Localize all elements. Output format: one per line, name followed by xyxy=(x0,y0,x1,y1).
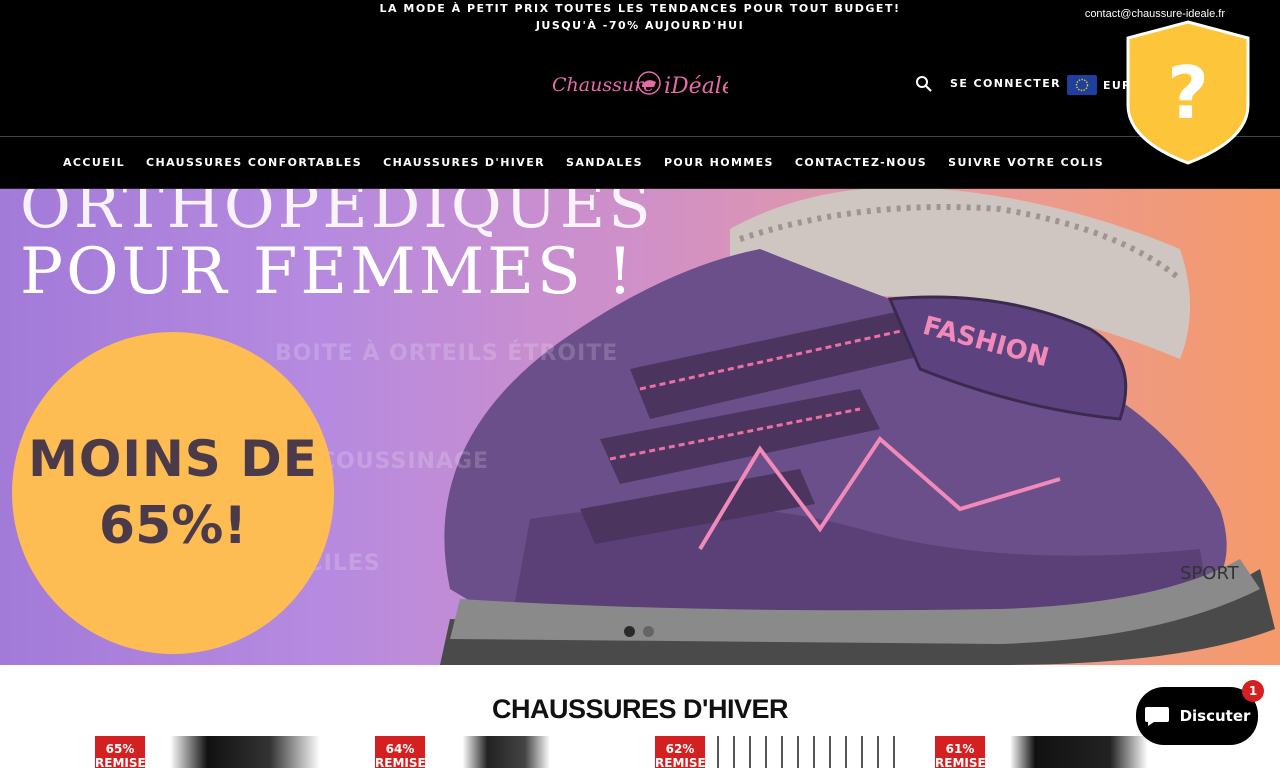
product-card[interactable]: 65% REMISE xyxy=(95,736,345,768)
hero-ghost-line-1: BOITE À ORTEILS ÉTROITE xyxy=(275,341,619,366)
slider-dots xyxy=(624,626,654,637)
badge-line-2: 65%! xyxy=(98,496,248,556)
product-card[interactable]: 61% REMISE xyxy=(935,736,1185,768)
discount-tag: 65% REMISE xyxy=(95,736,146,768)
discount-tag: 64% REMISE xyxy=(375,736,426,768)
svg-text:?: ? xyxy=(1167,51,1209,135)
discount-tag: 61% REMISE xyxy=(935,736,986,768)
main-nav: ACCUEIL CHAUSSURES CONFORTABLES CHAUSSUR… xyxy=(0,136,1280,189)
nav-item-accueil[interactable]: ACCUEIL xyxy=(63,156,125,169)
chat-icon xyxy=(1144,707,1169,726)
nav-item-suivre-colis[interactable]: SUIVRE VOTRE COLIS xyxy=(948,156,1104,169)
discount-badge-circle: MOINS DE 65%! xyxy=(12,332,334,654)
chat-label: Discuter xyxy=(1179,707,1251,725)
help-shield-icon[interactable]: ? xyxy=(1126,20,1250,165)
nav-item-chaussures-hiver[interactable]: CHAUSSURES D'HIVER xyxy=(383,156,545,169)
badge-line-1: MOINS DE xyxy=(28,430,318,488)
chat-button[interactable]: Discuter xyxy=(1136,687,1258,745)
shoe-brand-text: SPORT xyxy=(1180,563,1240,584)
chat-notification-badge: 1 xyxy=(1242,680,1264,702)
nav-item-pour-hommes[interactable]: POUR HOMMES xyxy=(664,156,774,169)
section-title: CHAUSSURES D'HIVER xyxy=(492,694,788,724)
announcement-bar: LA MODE À PETIT PRIX TOUTES LES TENDANCE… xyxy=(0,0,1280,33)
nav-item-chaussures-confortables[interactable]: CHAUSSURES CONFORTABLES xyxy=(146,156,362,169)
currency-selector[interactable]: EUR xyxy=(1067,75,1132,95)
discount-tag: 62% REMISE xyxy=(655,736,706,768)
hero-headline: POUR FEMMES ! xyxy=(20,235,636,309)
hero-banner[interactable]: FASHION SPORT ORTHOPÉDIQUES POUR FEMMES … xyxy=(0,189,1280,665)
svg-text:iDéale: iDéale xyxy=(664,74,728,99)
slider-dot-2[interactable] xyxy=(643,626,654,637)
nav-item-sandales[interactable]: SANDALES xyxy=(566,156,643,169)
search-icon[interactable] xyxy=(915,75,933,93)
nav-item-contactez-nous[interactable]: CONTACTEZ-NOUS xyxy=(795,156,927,169)
contact-email-link[interactable]: contact@chaussure-ideale.fr xyxy=(1085,8,1225,20)
eu-flag-icon xyxy=(1067,75,1097,95)
site-header: Chaussure iDéale SE CONNECTER EUR xyxy=(0,33,1280,136)
slider-dot-1[interactable] xyxy=(624,626,635,637)
site-logo[interactable]: Chaussure iDéale xyxy=(552,63,735,105)
login-link[interactable]: SE CONNECTER xyxy=(950,77,1061,90)
product-card[interactable]: 62% REMISE xyxy=(655,736,905,768)
product-card[interactable]: 64% REMISE xyxy=(375,736,625,768)
